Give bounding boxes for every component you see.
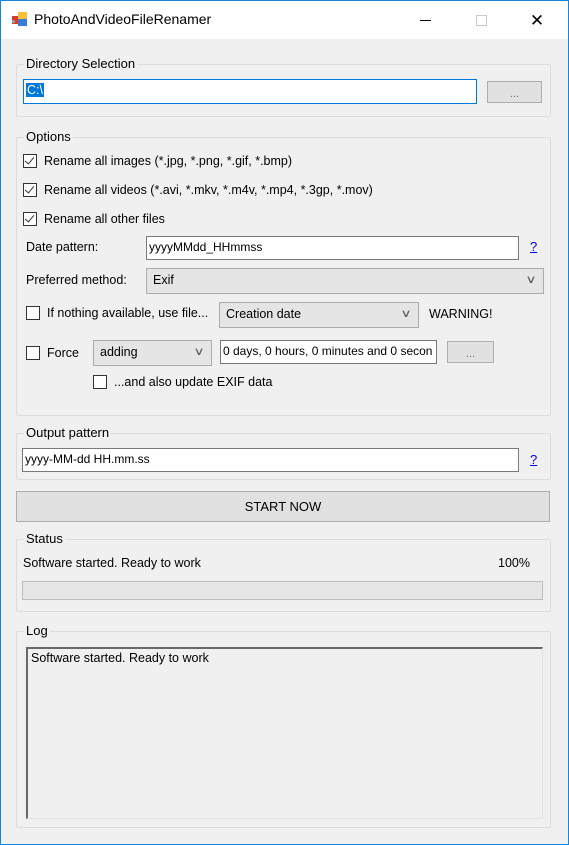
force-mode-select[interactable]: adding ∨: [93, 340, 212, 366]
force-row[interactable]: Force: [26, 346, 79, 360]
preferred-method-value-text: Exif: [153, 273, 174, 287]
title-bar: PhotoAndVideoFileRenamer ✕: [1, 1, 568, 39]
preferred-method-label: Preferred method:: [26, 273, 127, 287]
app-icon: [12, 12, 28, 26]
close-icon: ✕: [529, 10, 545, 30]
rename-videos-checkbox[interactable]: [23, 183, 37, 197]
fallback-row[interactable]: If nothing available, use file...: [26, 306, 208, 320]
date-pattern-input[interactable]: yyyyMMdd_HHmmss: [146, 236, 519, 260]
browse-directory-button[interactable]: ...: [487, 81, 542, 103]
minimize-button[interactable]: [402, 1, 448, 39]
force-offset-input[interactable]: 0 days, 0 hours, 0 minutes and 0 secon: [220, 340, 437, 364]
status-percent: 100%: [498, 556, 530, 570]
preferred-method-select-frame[interactable]: Exif ∨: [146, 268, 544, 294]
log-textarea[interactable]: Software started. Ready to work: [26, 647, 543, 819]
app-window: PhotoAndVideoFileRenamer ✕ Directory Sel…: [0, 0, 569, 845]
log-text: Software started. Ready to work: [31, 651, 209, 665]
log-legend: Log: [24, 623, 50, 638]
update-exif-label: ...and also update EXIF data: [114, 375, 273, 389]
directory-path-value: C:\: [26, 83, 44, 97]
status-progress-bar: [22, 581, 543, 600]
fallback-date-select[interactable]: Creation date ∨: [219, 302, 419, 328]
options-legend: Options: [24, 129, 73, 144]
force-checkbox[interactable]: [26, 346, 40, 360]
rename-images-checkbox[interactable]: [23, 154, 37, 168]
rename-other-checkbox[interactable]: [23, 212, 37, 226]
rename-images-label: Rename all images (*.jpg, *.png, *.gif, …: [44, 154, 293, 168]
fallback-label: If nothing available, use file...: [47, 306, 209, 320]
directory-selection-legend: Directory Selection: [24, 56, 138, 71]
status-group: Status: [16, 531, 551, 612]
update-exif-checkbox[interactable]: [93, 375, 107, 389]
force-mode-value: adding: [100, 345, 138, 359]
date-pattern-help-link[interactable]: ?: [530, 239, 537, 254]
rename-other-row[interactable]: Rename all other files: [23, 212, 165, 226]
rename-other-label: Rename all other files: [44, 212, 165, 226]
fallback-date-value: Creation date: [226, 307, 302, 321]
start-now-button[interactable]: START NOW: [16, 491, 550, 522]
maximize-button[interactable]: [458, 1, 504, 39]
maximize-icon: [475, 14, 487, 26]
force-offset-edit-button[interactable]: ...: [447, 341, 494, 363]
fallback-warning-label: WARNING!: [429, 307, 493, 321]
rename-videos-row[interactable]: Rename all videos (*.avi, *.mkv, *.m4v, …: [23, 183, 373, 197]
fallback-checkbox[interactable]: [26, 306, 40, 320]
output-pattern-help-link[interactable]: ?: [530, 452, 537, 467]
minimize-icon: [419, 19, 431, 21]
window-title: PhotoAndVideoFileRenamer: [34, 11, 212, 27]
date-pattern-label: Date pattern:: [26, 240, 99, 254]
chevron-down-icon: ∨: [193, 346, 205, 358]
status-progress-fill: [23, 582, 542, 599]
directory-path-input[interactable]: C:\: [23, 79, 477, 104]
output-pattern-input[interactable]: yyyy-MM-dd HH.mm.ss: [22, 448, 519, 472]
status-message: Software started. Ready to work: [23, 556, 201, 570]
chevron-down-icon: ∨: [400, 308, 412, 320]
update-exif-row[interactable]: ...and also update EXIF data: [93, 375, 272, 389]
output-pattern-legend: Output pattern: [24, 425, 112, 440]
chevron-down-icon: ∨: [525, 274, 537, 286]
close-button[interactable]: ✕: [514, 1, 560, 39]
rename-images-row[interactable]: Rename all images (*.jpg, *.png, *.gif, …: [23, 154, 292, 168]
status-legend: Status: [24, 531, 65, 546]
force-label: Force: [47, 346, 79, 360]
rename-videos-label: Rename all videos (*.avi, *.mkv, *.m4v, …: [44, 183, 373, 197]
